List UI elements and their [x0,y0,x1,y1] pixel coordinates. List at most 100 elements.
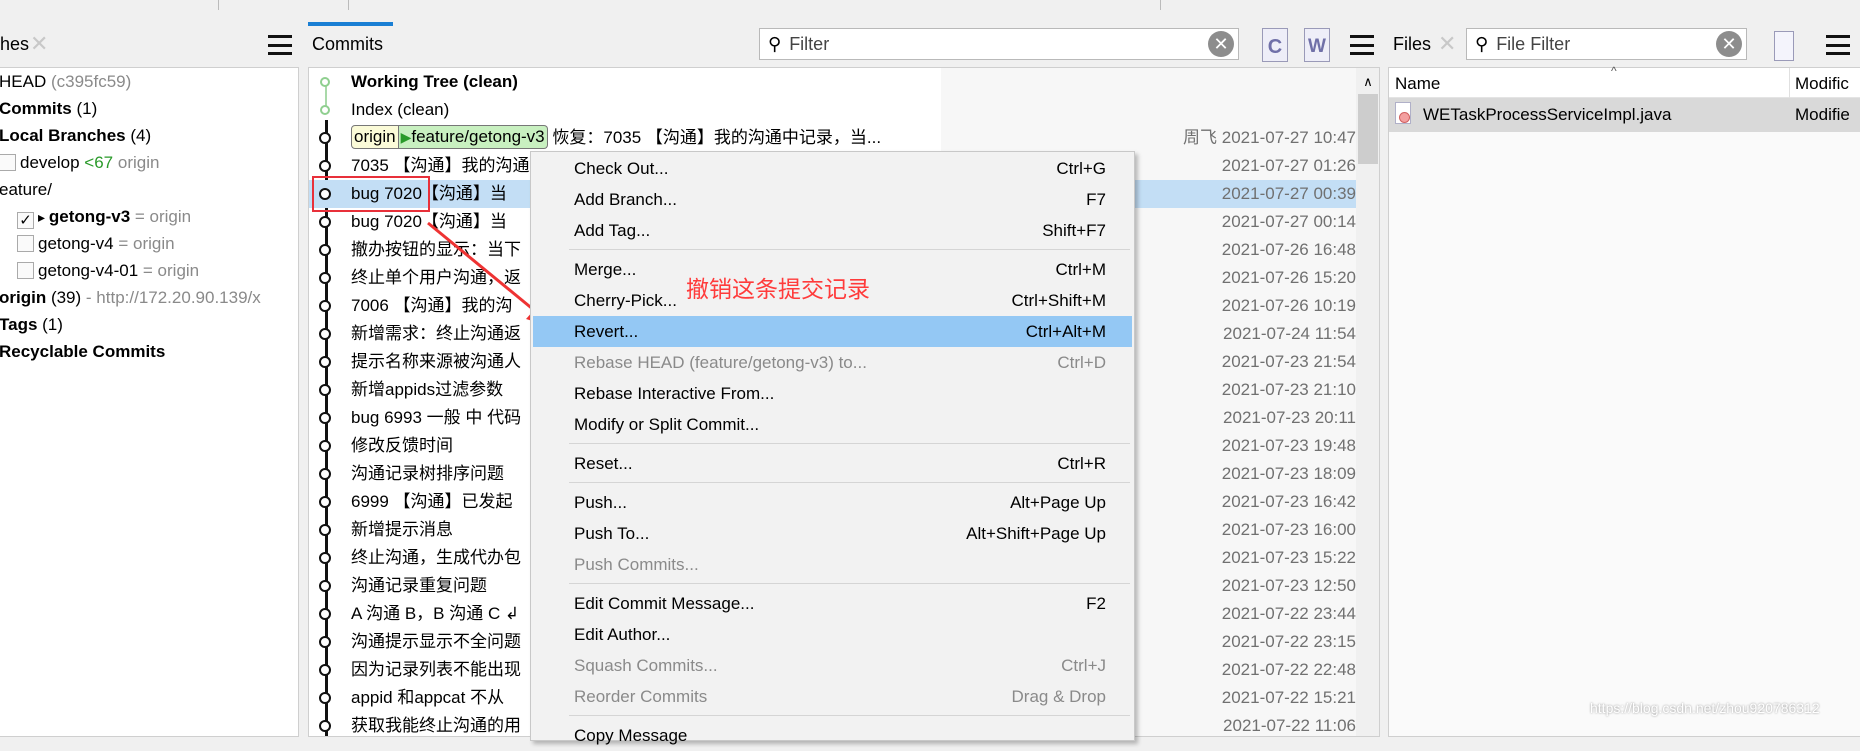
branch-tree-item[interactable]: eature/ [0,176,52,203]
scrollbar-thumb[interactable] [1358,94,1378,164]
commit-filter-input[interactable]: ⚲ Filter ✕ [759,28,1239,60]
branch-suffix: = origin [113,234,175,253]
commit-view-c-icon[interactable]: C [1262,28,1288,62]
menu-item-rebase-interactive-from[interactable]: Rebase Interactive From... [533,378,1132,409]
menu-item-label: Rebase Interactive From... [574,384,775,403]
menu-item-revert[interactable]: Revert... Ctrl+Alt+M [533,316,1132,347]
commit-date: 2021-07-23 21:10 [1221,380,1356,399]
menu-item-squash-commits[interactable]: Squash Commits... Ctrl+J [533,650,1132,681]
branch-suffix: - http://172.20.90.139/x [81,288,261,307]
branch-tree-item[interactable]: HEAD (c395fc59) [0,68,131,95]
menu-item-push-to[interactable]: Push To... Alt+Shift+Page Up [533,518,1132,549]
file-row[interactable]: WETaskProcessServiceImpl.java Modifie [1389,98,1860,132]
menu-item-label: Copy Message [574,726,688,745]
checkbox[interactable] [0,154,16,171]
branch-tree-item[interactable]: develop <67 origin [0,149,159,176]
commit-message: 终止沟通，生成代办包 [351,548,521,567]
branch-label: Commits [0,99,72,118]
branch-ref-badge[interactable]: ▶feature/getong-v3 [398,125,548,149]
branch-tree-item[interactable]: getong-v4 = origin [17,230,175,257]
menu-separator [569,249,1130,250]
commit-message: 恢复：7035 【沟通】我的沟通中记录，当... [552,128,882,147]
menu-item-modify-or-split-commit[interactable]: Modify or Split Commit... [533,409,1132,440]
divider [1160,0,1161,10]
menu-item-label: Check Out... [574,159,669,178]
menu-item-edit-commit-message[interactable]: Edit Commit Message... F2 [533,588,1132,619]
commit-view-w-icon[interactable]: W [1304,28,1330,62]
branch-tree-item[interactable]: ✓ ▸ getong-v3 = origin [17,203,191,230]
menu-item-shortcut: Alt+Page Up [1010,493,1106,512]
search-icon[interactable]: ⚲ [1475,34,1488,55]
menu-item-shortcut: Ctrl+J [1061,656,1106,675]
checkbox[interactable] [17,262,34,279]
scrollbar[interactable]: ∧ [1356,68,1379,736]
commit-date: 2021-07-23 16:00 [1221,520,1356,539]
files-menu-icon[interactable] [1826,35,1850,55]
commit-date: 2021-07-23 15:22 [1221,548,1356,567]
menu-item-push[interactable]: Push... Alt+Page Up [533,487,1132,518]
commit-message: 沟通记录重复问题 [351,576,487,595]
commits-menu-icon[interactable] [1350,35,1374,55]
commit-message-cell: 沟通提示显示不全问题 [351,628,521,656]
branch-label: Tags [0,315,38,334]
commit-message: 因为记录列表不能出现 [351,660,521,679]
branch-tree-item[interactable]: Commits (1) [0,95,97,122]
file-view-icon[interactable] [1774,31,1794,61]
menu-item-shortcut: Alt+Shift+Page Up [966,524,1106,543]
commit-row[interactable]: Index (clean) [309,96,1356,124]
branch-label: origin [0,288,47,307]
column-header-name[interactable]: Name [1395,70,1440,98]
branch-tree-item[interactable]: getong-v4-01 = origin [17,257,199,284]
branches-menu-icon[interactable] [268,35,292,55]
checked-checkbox[interactable]: ✓ [17,212,34,229]
branch-tree-item[interactable]: Recyclable Commits [0,338,165,365]
commit-message: Index (clean) [351,100,450,119]
menu-item-label: Edit Commit Message... [574,594,755,613]
branch-tree-item[interactable]: origin (39) - http://172.20.90.139/x [0,284,261,311]
clear-filter-icon[interactable]: ✕ [1716,31,1742,57]
branch-tree-item[interactable]: Tags (1) [0,311,63,338]
commit-date-cell: 2021-07-23 21:54 [1116,348,1356,376]
menu-item-add-branch[interactable]: Add Branch... F7 [533,184,1132,215]
menu-item-reorder-commits[interactable]: Reorder Commits Drag & Drop [533,681,1132,712]
commit-row[interactable]: Working Tree (clean) [309,68,1356,96]
tab-commits[interactable]: Commits [312,32,383,56]
menu-item-rebase-head-feature-getong-v3-to[interactable]: Rebase HEAD (feature/getong-v3) to... Ctr… [533,347,1132,378]
menu-item-check-out[interactable]: Check Out... Ctrl+G [533,153,1132,184]
ahead-count: <67 [84,153,114,172]
branch-suffix: (1) [71,99,98,118]
commit-message-cell: Working Tree (clean) [351,68,518,96]
commit-node-icon [319,664,331,676]
clear-filter-icon[interactable]: ✕ [1208,31,1234,57]
file-filter-input[interactable]: ⚲ File Filter ✕ [1466,28,1747,60]
commit-node-icon [319,160,331,172]
commit-message-cell: 沟通记录树排序问题 [351,460,504,488]
menu-item-push-commits[interactable]: Push Commits... [533,549,1132,580]
commit-message: 沟通记录树排序问题 [351,464,504,483]
commit-date: 2021-07-26 15:20 [1221,268,1356,287]
commit-date-cell: 2021-07-26 10:19 [1116,292,1356,320]
title-strip [0,0,1860,22]
column-header-modified[interactable]: Modific [1795,70,1849,98]
commit-row[interactable]: origin ▶feature/getong-v3 恢复：7035 【沟通】我的沟… [309,124,1356,152]
menu-item-label: Push... [574,493,627,512]
menu-item-add-tag[interactable]: Add Tag... Shift+F7 [533,215,1132,246]
active-tab-indicator [308,22,393,26]
menu-item-reset[interactable]: Reset... Ctrl+R [533,448,1132,479]
commit-date-cell: 2021-07-27 00:39 [1116,180,1356,208]
commit-node-icon [319,216,331,228]
menu-item-edit-author[interactable]: Edit Author... [533,619,1132,650]
checkbox[interactable] [17,235,34,252]
branch-suffix: = origin [130,207,192,226]
scroll-up-icon[interactable]: ∧ [1356,74,1379,90]
menu-separator [569,482,1130,483]
commit-message: 修改反馈时间 [351,436,453,455]
close-icon[interactable]: ✕ [1438,32,1456,56]
menu-item-copy-message[interactable]: Copy Message [533,720,1132,751]
search-icon[interactable]: ⚲ [768,34,781,55]
branch-tree-item[interactable]: Local Branches (4) [0,122,151,149]
remote-ref-badge[interactable]: origin [351,125,399,149]
menu-item-label: Modify or Split Commit... [574,415,760,434]
commit-date-cell: 2021-07-22 15:21 [1116,684,1356,712]
close-icon[interactable]: ✕ [30,32,48,56]
